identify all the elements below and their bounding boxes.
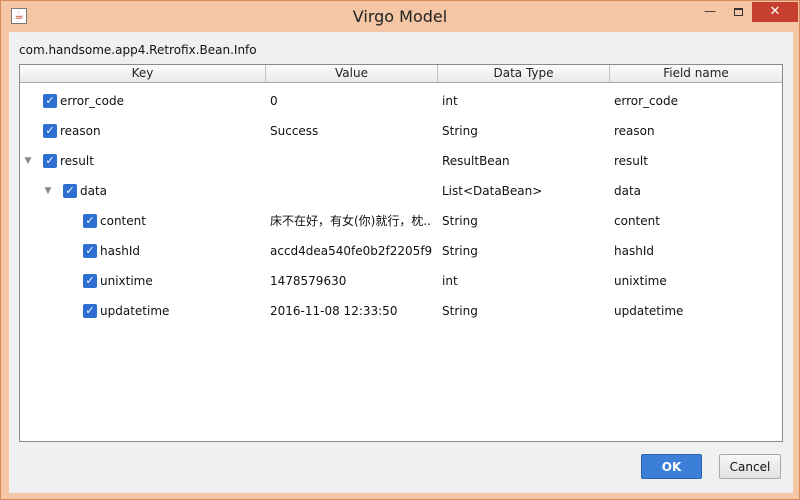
table-row[interactable]: ✓ hashId accd4dea540fe0b2f2205f9... String h…: [20, 236, 782, 266]
key-cell: result: [60, 154, 94, 168]
row-checkbox[interactable]: ✓: [83, 214, 97, 228]
table-row[interactable]: ▼ ✓ data List<DataBean> data: [20, 176, 782, 206]
data-type-cell: List<DataBean>: [442, 184, 543, 198]
key-cell: content: [100, 214, 146, 228]
value-cell: 2016-11-08 12:33:50: [270, 304, 398, 318]
field-name-cell: content: [614, 214, 660, 228]
row-checkbox[interactable]: ✓: [43, 154, 57, 168]
class-name-label: com.handsome.app4.Retrofix.Bean.Info: [19, 43, 257, 57]
row-checkbox[interactable]: ✓: [83, 304, 97, 318]
value-cell: 床不在好，有女(你)就行，枕...: [270, 214, 432, 228]
expand-toggle-icon[interactable]: ▼: [22, 146, 34, 176]
window-title: Virgo Model: [352, 7, 448, 26]
field-name-cell: unixtime: [614, 274, 667, 288]
data-type-cell: ResultBean: [442, 154, 510, 168]
key-cell: updatetime: [100, 304, 170, 318]
close-icon: ✕: [769, 4, 781, 19]
table-row[interactable]: ✓ error_code 0 int error_code: [20, 86, 782, 116]
data-type-cell: int: [442, 274, 458, 288]
close-button[interactable]: ✕: [752, 2, 798, 22]
table-row[interactable]: ▼ ✓ result ResultBean result: [20, 146, 782, 176]
field-name-cell: hashId: [614, 244, 654, 258]
row-checkbox[interactable]: ✓: [43, 124, 57, 138]
field-name-cell: result: [614, 154, 648, 168]
ok-button[interactable]: OK: [641, 454, 702, 479]
value-cell: 1478579630: [270, 274, 347, 288]
column-header-key[interactable]: Key: [20, 65, 266, 82]
key-cell: data: [80, 184, 108, 198]
dialog-content: com.handsome.app4.Retrofix.Bean.Info Key…: [9, 32, 793, 493]
minimize-icon: —: [704, 4, 716, 18]
data-type-cell: String: [442, 214, 478, 228]
data-type-cell: String: [442, 244, 478, 258]
row-checkbox[interactable]: ✓: [83, 244, 97, 258]
table-row[interactable]: ✓ updatetime 2016-11-08 12:33:50 String upda…: [20, 296, 782, 326]
key-cell: reason: [60, 124, 101, 138]
value-cell: Success: [270, 124, 319, 138]
row-checkbox[interactable]: ✓: [43, 94, 57, 108]
data-type-cell: String: [442, 304, 478, 318]
data-type-cell: int: [442, 94, 458, 108]
key-cell: unixtime: [100, 274, 153, 288]
title-bar[interactable]: ☕ Virgo Model — ✕: [1, 1, 799, 31]
value-cell: [270, 176, 432, 206]
field-name-cell: reason: [614, 124, 655, 138]
data-type-cell: String: [442, 124, 478, 138]
column-header-field-name[interactable]: Field name: [610, 65, 782, 82]
row-checkbox[interactable]: ✓: [83, 274, 97, 288]
maximize-icon: [733, 7, 743, 16]
table-row[interactable]: ✓ content 床不在好，有女(你)就行，枕... String content: [20, 206, 782, 236]
field-name-cell: data: [614, 184, 642, 198]
key-cell: error_code: [60, 94, 124, 108]
field-name-cell: error_code: [614, 94, 678, 108]
expand-toggle-icon[interactable]: ▼: [42, 176, 54, 206]
table-header: Key Value Data Type Field name: [20, 65, 782, 83]
value-cell: accd4dea540fe0b2f2205f9...: [270, 244, 432, 258]
column-header-value[interactable]: Value: [266, 65, 438, 82]
key-cell: hashId: [100, 244, 140, 258]
cancel-button[interactable]: Cancel: [719, 454, 781, 479]
value-cell: 0: [270, 94, 278, 108]
dialog-window: ☕ Virgo Model — ✕ com.handsome.app4.Retr…: [0, 0, 800, 500]
field-name-cell: updatetime: [614, 304, 684, 318]
column-header-data-type[interactable]: Data Type: [438, 65, 610, 82]
value-cell: [270, 146, 432, 176]
minimize-button[interactable]: —: [696, 2, 724, 22]
table-row[interactable]: ✓ unixtime 1478579630 int unixtime: [20, 266, 782, 296]
model-tree-table[interactable]: Key Value Data Type Field name ✓ error_co…: [19, 64, 783, 442]
maximize-button[interactable]: [725, 2, 751, 22]
row-checkbox[interactable]: ✓: [63, 184, 77, 198]
table-row[interactable]: ✓ reason Success String reason: [20, 116, 782, 146]
